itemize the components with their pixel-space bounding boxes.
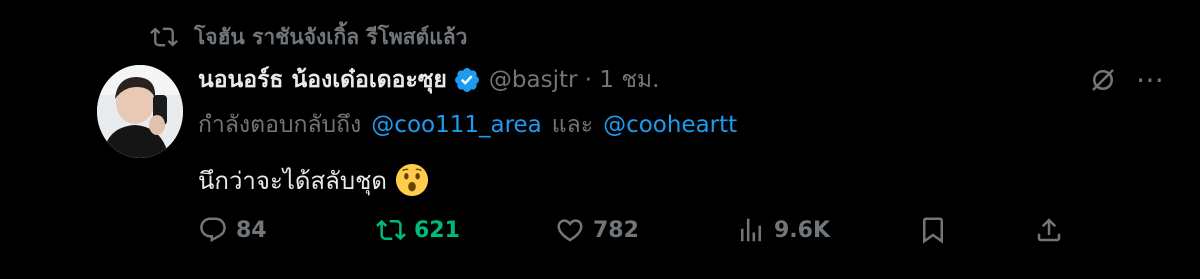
- repost-notice-text: โจฮัน ราชันจังเกิ้ล รีโพสต์แล้ว: [194, 24, 468, 49]
- views-button[interactable]: 9.6K: [736, 212, 830, 248]
- reply-icon: [200, 217, 226, 243]
- mention-link-2[interactable]: @cooheartt: [603, 112, 737, 138]
- author-display-name[interactable]: นอนอร์ธ น้องเด๋อเดอะซุย: [198, 62, 447, 98]
- author-handle-time[interactable]: @basjtr · 1 ชม.: [489, 62, 660, 98]
- tweet-body: นึกว่าจะได้สลับชุด: [198, 160, 429, 200]
- reply-joiner: และ: [551, 112, 594, 138]
- hushed-face-emoji: [395, 163, 429, 197]
- grok-icon[interactable]: [1088, 65, 1118, 95]
- more-options-icon[interactable]: ⋯: [1136, 66, 1164, 94]
- reply-button[interactable]: 84: [198, 212, 267, 248]
- retweet-icon: [376, 219, 406, 241]
- reply-prefix: กำลังตอบกลับถึง: [198, 112, 362, 138]
- repost-count: 621: [414, 217, 460, 243]
- retweet-icon: [150, 27, 178, 47]
- reply-count: 84: [236, 217, 267, 243]
- mention-link-1[interactable]: @coo111_area: [371, 112, 541, 138]
- verified-badge-icon[interactable]: [453, 66, 481, 94]
- repost-notice[interactable]: โจฮัน ราชันจังเกิ้ล รีโพสต์แล้ว: [150, 22, 467, 52]
- avatar-image: [97, 65, 183, 158]
- bookmark-icon: [923, 217, 943, 244]
- tweet-options: ⋯: [1088, 64, 1164, 96]
- tweet-text: นึกว่าจะได้สลับชุด: [198, 166, 387, 195]
- repost-button[interactable]: 621: [376, 212, 460, 248]
- tweet-header: นอนอร์ธ น้องเด๋อเดอะซุย @basjtr · 1 ชม.: [198, 62, 659, 98]
- views-icon: [741, 218, 761, 242]
- like-button[interactable]: 782: [555, 212, 639, 248]
- tweet-actions: 84 621 782 9.6K: [198, 212, 1068, 248]
- heart-icon: [557, 219, 583, 242]
- views-count: 9.6K: [774, 217, 831, 243]
- share-button[interactable]: [1034, 212, 1064, 248]
- reply-context: กำลังตอบกลับถึง @coo111_area และ @coohea…: [198, 107, 737, 143]
- avatar[interactable]: [97, 65, 183, 158]
- like-count: 782: [593, 217, 639, 243]
- bookmark-button[interactable]: [918, 212, 948, 248]
- share-icon: [1037, 218, 1061, 242]
